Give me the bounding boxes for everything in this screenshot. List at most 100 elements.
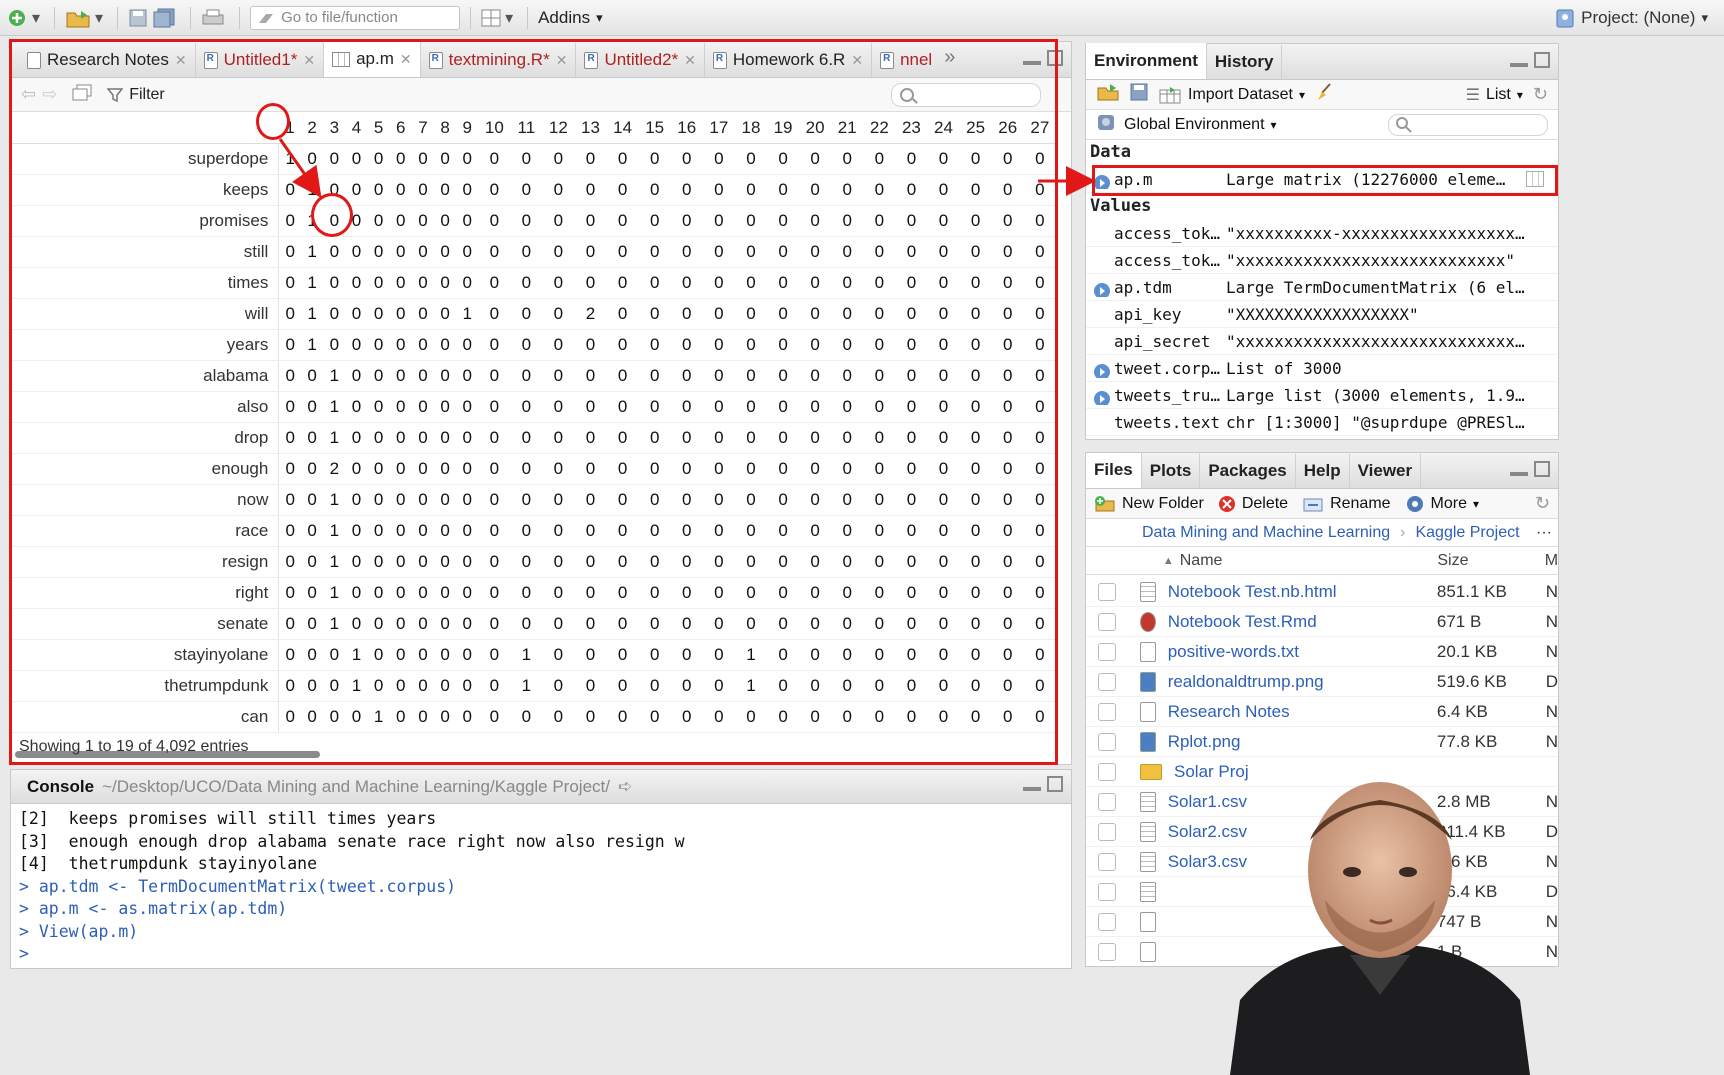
- file-checkbox[interactable]: [1098, 642, 1116, 661]
- refresh-icon[interactable]: ↻: [1533, 84, 1548, 105]
- file-row[interactable]: Rplot.png 77.8 KB N: [1086, 727, 1558, 757]
- file-row[interactable]: Research Notes 6.4 KB N: [1086, 697, 1558, 727]
- maximize-icon[interactable]: [1534, 52, 1550, 68]
- file-checkbox[interactable]: [1098, 672, 1116, 691]
- save-all-icon[interactable]: [152, 5, 176, 31]
- expand-icon[interactable]: [1094, 390, 1110, 405]
- sort-up-icon[interactable]: ▲: [1163, 555, 1174, 567]
- file-name[interactable]: Notebook Test.Rmd: [1168, 612, 1437, 632]
- variable-value: Large list (3000 elements, 1.9…: [1226, 385, 1525, 405]
- console-output[interactable]: [2] keeps promises will still times year…: [19, 808, 685, 966]
- file-checkbox[interactable]: [1098, 942, 1116, 961]
- tab-history[interactable]: History: [1207, 45, 1283, 79]
- expand-icon[interactable]: [1094, 363, 1110, 378]
- global-environment-dropdown[interactable]: Global Environment ▾: [1124, 116, 1277, 134]
- chevron-down-icon[interactable]: ▾: [95, 5, 103, 31]
- pane-layout-icon[interactable]: [481, 5, 501, 31]
- list-icon: ☰: [1465, 86, 1480, 104]
- delete-button[interactable]: Delete: [1218, 495, 1288, 513]
- name-column-header[interactable]: Name: [1180, 552, 1438, 570]
- file-name[interactable]: Research Notes: [1168, 702, 1437, 722]
- env-row[interactable]: tweet.corpus List of 3000: [1086, 355, 1558, 382]
- variable-value: "xxxxxxxxxx-xxxxxxxxxxxxxxxxxx…: [1226, 223, 1525, 243]
- save-workspace-icon[interactable]: [1130, 83, 1148, 106]
- goto-file-input[interactable]: Go to file/function: [250, 5, 461, 30]
- file-checkbox[interactable]: [1098, 912, 1116, 931]
- file-checkbox[interactable]: [1098, 822, 1116, 841]
- open-file-icon[interactable]: [65, 5, 91, 31]
- file-checkbox[interactable]: [1098, 762, 1116, 781]
- project-menu[interactable]: Project: (None) ▾: [1555, 7, 1708, 29]
- new-file-icon[interactable]: [6, 5, 28, 31]
- file-name[interactable]: Rplot.png: [1168, 732, 1437, 752]
- file-checkbox[interactable]: [1098, 612, 1116, 631]
- file-name[interactable]: Solar Proj: [1174, 762, 1446, 782]
- list-view-button[interactable]: ☰ List ▾: [1466, 85, 1523, 105]
- maximize-icon[interactable]: [1534, 461, 1550, 477]
- minimize-icon[interactable]: [1023, 787, 1041, 791]
- file-checkbox[interactable]: [1098, 792, 1116, 811]
- save-icon[interactable]: [128, 5, 148, 31]
- chevron-down-icon[interactable]: ▾: [505, 5, 513, 31]
- chevron-down-icon: ▾: [1516, 87, 1523, 102]
- modified-column-header[interactable]: M: [1545, 552, 1558, 570]
- import-dataset-button[interactable]: Import Dataset ▾: [1158, 86, 1305, 104]
- new-folder-label: New Folder: [1122, 494, 1204, 512]
- rename-label: Rename: [1330, 494, 1391, 512]
- env-row[interactable]: api_secret "xxxxxxxxxxxxxxxxxxxxxxxxxxxxx…: [1086, 328, 1558, 355]
- refresh-icon[interactable]: ↻: [1535, 493, 1550, 514]
- variable-value: Large TermDocumentMatrix (6 el…: [1226, 277, 1525, 297]
- size-column-header[interactable]: Size: [1437, 552, 1544, 570]
- chevron-down-icon[interactable]: ▾: [32, 5, 40, 31]
- tab-environment[interactable]: Environment: [1086, 43, 1207, 79]
- env-row[interactable]: tweets.text chr [1:3000] "@suprdupe @PRES…: [1086, 409, 1558, 436]
- expand-icon[interactable]: [1094, 282, 1110, 297]
- env-row[interactable]: ap.tdm Large TermDocumentMatrix (6 el…: [1086, 274, 1558, 301]
- new-folder-button[interactable]: New Folder: [1094, 495, 1204, 513]
- tab-plots[interactable]: Plots: [1142, 454, 1201, 488]
- goto-directory-icon[interactable]: ➪: [618, 777, 632, 797]
- clear-broom-icon[interactable]: [1315, 82, 1335, 107]
- file-row[interactable]: Notebook Test.nb.html 851.1 KB N: [1086, 577, 1558, 607]
- search-icon: [1396, 116, 1412, 133]
- maximize-icon[interactable]: [1047, 776, 1063, 792]
- minimize-icon[interactable]: [1510, 63, 1528, 67]
- file-row[interactable]: Notebook Test.Rmd 671 B N: [1086, 607, 1558, 637]
- tab-viewer[interactable]: Viewer: [1350, 454, 1422, 488]
- file-name[interactable]: realdonaldtrump.png: [1168, 672, 1437, 692]
- breadcrumb-item[interactable]: Kaggle Project: [1415, 524, 1519, 542]
- tab-help[interactable]: Help: [1296, 454, 1350, 488]
- env-row[interactable]: access_toke… "xxxxxxxxxxxxxxxxxxxxxxxxxxx…: [1086, 247, 1558, 274]
- env-row[interactable]: access_token "xxxxxxxxxx-xxxxxxxxxxxxxxxx…: [1086, 220, 1558, 247]
- annotation-circle-cell: [311, 193, 353, 237]
- tab-packages[interactable]: Packages: [1200, 454, 1296, 488]
- minimize-icon[interactable]: [1510, 472, 1528, 476]
- tab-files[interactable]: Files: [1086, 453, 1142, 488]
- breadcrumb-item[interactable]: Data Mining and Machine Learning: [1142, 524, 1390, 542]
- file-checkbox[interactable]: [1098, 732, 1116, 751]
- variable-name: api_secret: [1114, 331, 1211, 351]
- csv-file-icon: [1139, 851, 1156, 872]
- more-menu[interactable]: More ▾: [1405, 494, 1479, 514]
- file-name[interactable]: Notebook Test.nb.html: [1168, 582, 1437, 602]
- file-checkbox[interactable]: [1098, 702, 1116, 721]
- more-options-icon[interactable]: ···: [1536, 524, 1552, 542]
- file-checkbox[interactable]: [1098, 582, 1116, 601]
- env-row[interactable]: tweets_trump Large list (3000 elements, 1…: [1086, 382, 1558, 409]
- file-row[interactable]: realdonaldtrump.png 519.6 KB D: [1086, 667, 1558, 697]
- file-row[interactable]: positive-words.txt 20.1 KB N: [1086, 637, 1558, 667]
- file-checkbox[interactable]: [1098, 882, 1116, 901]
- file-checkbox[interactable]: [1098, 852, 1116, 871]
- env-row[interactable]: api_key "XXXXXXXXXXXXXXXXXX": [1086, 301, 1558, 328]
- html-file-icon: [1139, 581, 1156, 602]
- console-output-line: [3] enough enough drop alabama senate ra…: [19, 831, 685, 851]
- print-icon[interactable]: [201, 5, 225, 31]
- txt-file-icon: [1139, 701, 1156, 722]
- rename-button[interactable]: Rename: [1302, 494, 1391, 513]
- file-name[interactable]: positive-words.txt: [1168, 642, 1437, 662]
- environment-search-input[interactable]: [1388, 113, 1548, 136]
- r-environment-icon: [1096, 112, 1116, 137]
- file-modified: N: [1545, 791, 1558, 811]
- load-workspace-icon[interactable]: [1096, 82, 1120, 107]
- addins-menu[interactable]: Addins ▾: [538, 8, 603, 28]
